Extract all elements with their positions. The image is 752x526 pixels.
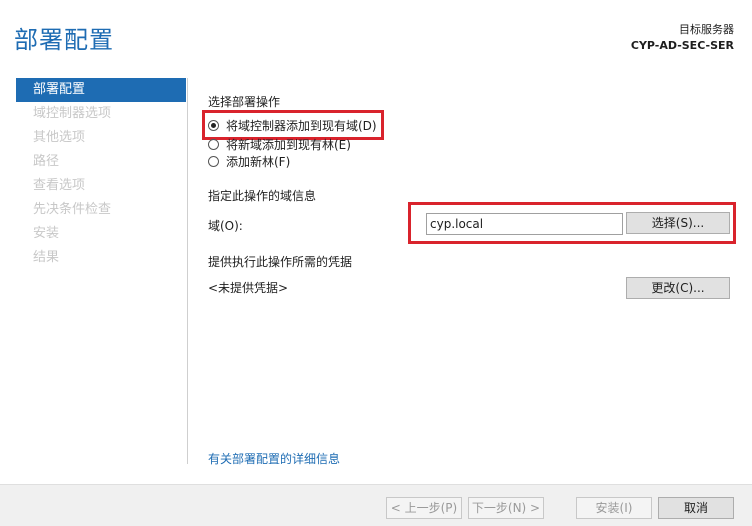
nav-item-paths: 路径 — [33, 154, 60, 169]
cancel-button[interactable]: 取消 — [658, 497, 734, 519]
wizard-footer: < 上一步(P) 下一步(N) > 安装(I) 取消 — [0, 484, 752, 526]
previous-button[interactable]: < 上一步(P) — [386, 497, 462, 519]
nav-item-additional-options: 其他选项 — [33, 130, 86, 145]
domain-label: 域(O): — [208, 219, 243, 233]
nav-divider — [187, 78, 188, 464]
nav-item-dc-options: 域控制器选项 — [33, 106, 112, 121]
domain-info-heading: 指定此操作的域信息 — [208, 189, 317, 203]
radio-add-domain-existing-forest[interactable]: 将新域添加到现有林(E) — [208, 136, 351, 152]
more-info-link[interactable]: 有关部署配置的详细信息 — [208, 450, 340, 467]
operation-heading: 选择部署操作 — [208, 95, 281, 109]
radio-unchecked-icon[interactable] — [208, 155, 219, 167]
credentials-value: <未提供凭据> — [208, 281, 289, 295]
nav-item-results: 结果 — [33, 250, 60, 265]
main-content: 选择部署操作 将域控制器添加到现有域(D) 将新域添加到现有林(E) 添加新林(… — [202, 0, 738, 480]
domain-input[interactable]: cyp.local — [426, 213, 623, 235]
credentials-heading: 提供执行此操作所需的凭据 — [208, 255, 353, 269]
radio-checked-icon[interactable] — [208, 119, 219, 131]
nav-item-review-options: 查看选项 — [33, 178, 86, 193]
nav-item-installation: 安装 — [33, 226, 60, 241]
radio-unchecked-icon[interactable] — [208, 138, 219, 150]
nav-item-deployment-config[interactable]: 部署配置 — [16, 78, 186, 102]
change-credentials-button[interactable]: 更改(C)... — [626, 277, 730, 299]
next-button[interactable]: 下一步(N) > — [468, 497, 544, 519]
select-domain-button[interactable]: 选择(S)... — [626, 212, 730, 234]
radio-label: 将域控制器添加到现有域(D) — [226, 118, 377, 133]
install-button[interactable]: 安装(I) — [576, 497, 652, 519]
wizard-nav: 部署配置 域控制器选项 其他选项 路径 查看选项 先决条件检查 安装 结果 — [16, 78, 186, 270]
radio-add-new-forest[interactable]: 添加新林(F) — [208, 153, 290, 169]
page-title: 部署配置 — [14, 26, 114, 54]
radio-label: 添加新林(F) — [226, 154, 291, 169]
nav-item-prerequisites-check: 先决条件检查 — [33, 202, 112, 217]
radio-add-dc-existing-domain[interactable]: 将域控制器添加到现有域(D) — [208, 117, 377, 133]
radio-label: 将新域添加到现有林(E) — [226, 137, 351, 152]
